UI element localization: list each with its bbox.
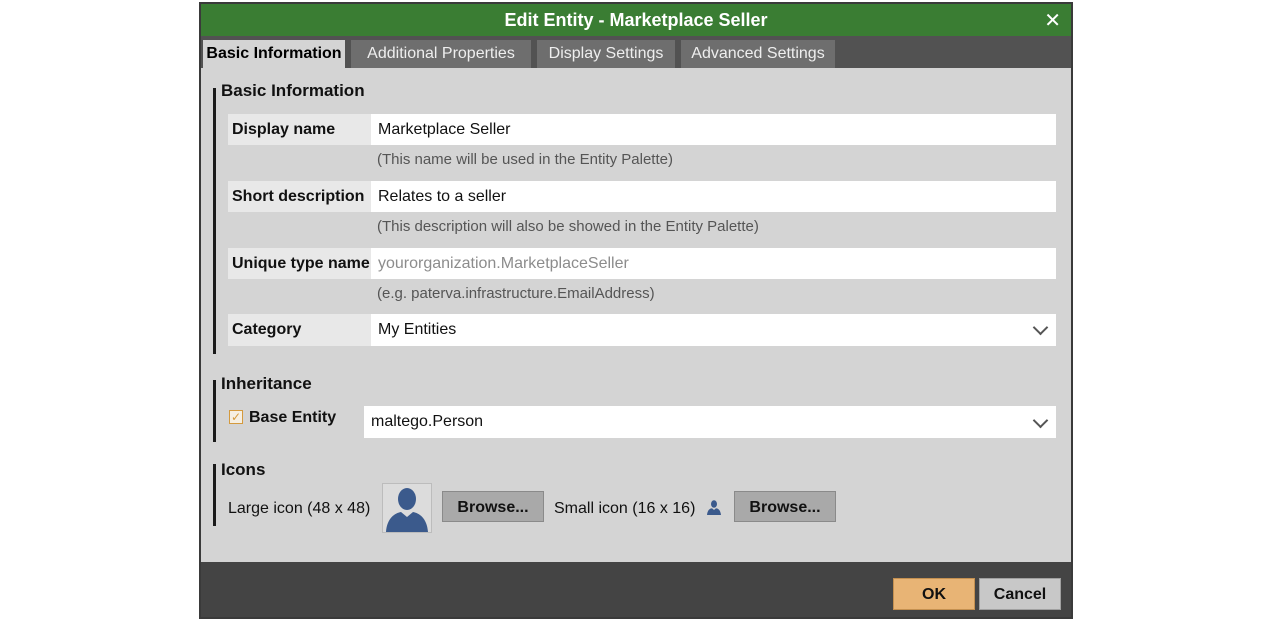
ok-button[interactable]: OK bbox=[893, 578, 975, 610]
category-label: Category bbox=[228, 314, 371, 346]
unique-type-name-field[interactable]: yourorganization.MarketplaceSeller bbox=[371, 248, 1056, 279]
tab-display-settings[interactable]: Display Settings bbox=[537, 40, 675, 68]
small-icon-label: Small icon (16 x 16) bbox=[554, 500, 696, 517]
inheritance-heading: Inheritance bbox=[221, 374, 312, 393]
unique-type-name-label: Unique type name bbox=[228, 248, 371, 279]
dialog-title: Edit Entity - Marketplace Seller bbox=[504, 10, 768, 30]
tab-advanced-settings[interactable]: Advanced Settings bbox=[681, 40, 835, 68]
browse-large-icon-button[interactable]: Browse... bbox=[442, 491, 544, 522]
unique-type-name-row: Unique type name yourorganization.Market… bbox=[228, 248, 1056, 279]
short-description-label: Short description bbox=[228, 181, 371, 212]
large-icon-label: Large icon (48 x 48) bbox=[228, 500, 371, 517]
base-entity-checkbox[interactable]: ✓ bbox=[229, 410, 243, 424]
display-name-label: Display name bbox=[228, 114, 371, 145]
display-name-hint: (This name will be used in the Entity Pa… bbox=[377, 151, 673, 168]
base-entity-select[interactable]: maltego.Person bbox=[364, 406, 1056, 438]
short-description-row: Short description Relates to a seller bbox=[228, 181, 1056, 212]
base-entity-value: maltego.Person bbox=[371, 413, 484, 430]
browse-small-icon-button[interactable]: Browse... bbox=[734, 491, 836, 522]
chevron-down-icon[interactable] bbox=[1032, 412, 1049, 429]
display-name-row: Display name Marketplace Seller bbox=[228, 114, 1056, 145]
short-description-hint: (This description will also be showed in… bbox=[377, 218, 759, 235]
tab-content: Basic Information Display name Marketpla… bbox=[201, 68, 1071, 562]
basic-information-heading: Basic Information bbox=[221, 81, 365, 100]
category-row: Category My Entities bbox=[228, 314, 1056, 346]
tab-bar: Basic Information Additional Properties … bbox=[201, 36, 1071, 68]
category-select[interactable]: My Entities bbox=[371, 314, 1056, 346]
display-name-field[interactable]: Marketplace Seller bbox=[371, 114, 1056, 145]
tab-additional-properties[interactable]: Additional Properties bbox=[351, 40, 531, 68]
tab-basic-information[interactable]: Basic Information bbox=[203, 40, 345, 68]
icons-heading: Icons bbox=[221, 460, 266, 479]
dialog-titlebar: Edit Entity - Marketplace Seller ✕ bbox=[201, 4, 1071, 36]
short-description-field[interactable]: Relates to a seller bbox=[371, 181, 1056, 212]
person-silhouette-icon bbox=[386, 488, 428, 532]
section-divider bbox=[213, 88, 216, 354]
close-icon[interactable]: ✕ bbox=[1044, 8, 1061, 33]
unique-type-name-hint: (e.g. paterva.infrastructure.EmailAddres… bbox=[377, 285, 655, 302]
edit-entity-dialog: Edit Entity - Marketplace Seller ✕ Basic… bbox=[199, 2, 1073, 619]
section-divider bbox=[213, 380, 216, 442]
section-divider bbox=[213, 464, 216, 526]
cancel-button[interactable]: Cancel bbox=[979, 578, 1061, 610]
base-entity-label: Base Entity bbox=[249, 409, 337, 426]
dialog-footer: OK Cancel bbox=[201, 562, 1071, 617]
large-icon-preview[interactable] bbox=[382, 483, 432, 533]
person-silhouette-icon[interactable] bbox=[706, 499, 722, 515]
